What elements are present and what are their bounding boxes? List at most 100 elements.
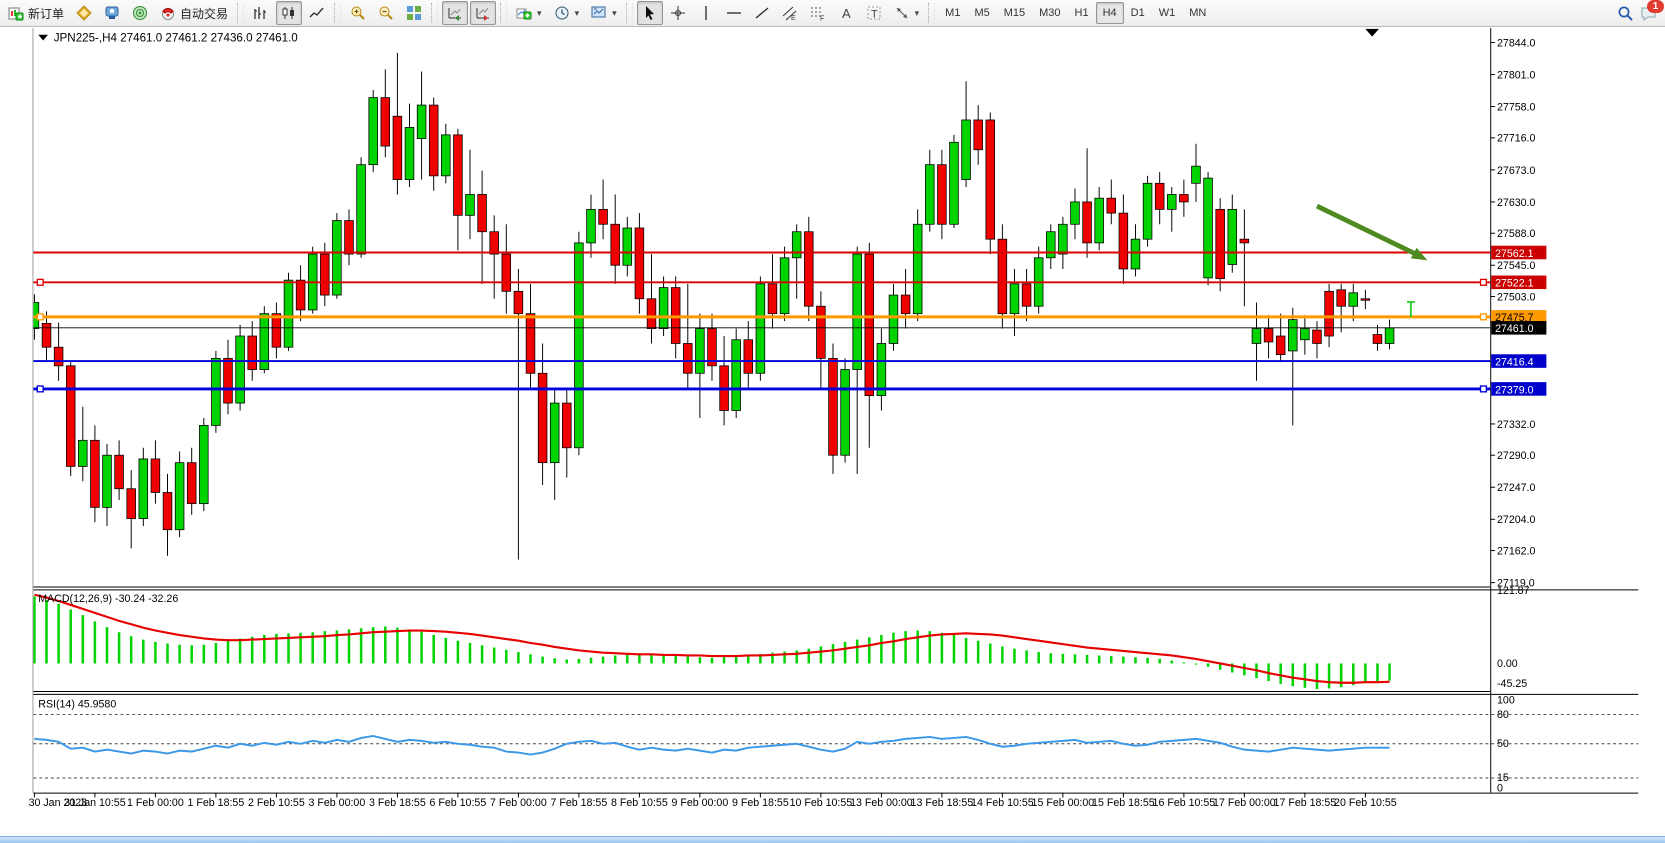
svg-text:20 Feb 10:55: 20 Feb 10:55 <box>1334 797 1397 809</box>
candle-body <box>1385 328 1394 344</box>
trendline-icon <box>754 5 770 21</box>
candle-body <box>1131 239 1140 269</box>
bar-chart-icon <box>253 5 269 21</box>
templates-button[interactable]: ▾ <box>586 1 622 25</box>
search-button[interactable] <box>1617 5 1634 22</box>
svg-text:27247.0: 27247.0 <box>1497 482 1535 494</box>
tf-m5[interactable]: M5 <box>967 2 996 24</box>
tf-w1[interactable]: W1 <box>1152 2 1183 24</box>
toolbar-group-scroll <box>441 0 497 27</box>
candle-body <box>212 358 221 425</box>
svg-text:16 Feb 10:55: 16 Feb 10:55 <box>1153 797 1216 809</box>
status-strip <box>0 836 1665 843</box>
chevron-down-icon[interactable]: ▾ <box>915 8 920 19</box>
cursor-button[interactable] <box>637 1 663 25</box>
bar-chart-button[interactable] <box>248 1 274 25</box>
svg-text:6 Feb 10:55: 6 Feb 10:55 <box>430 797 487 809</box>
candle-body <box>1010 284 1019 314</box>
tf-mn[interactable]: MN <box>1182 2 1213 24</box>
line-handle[interactable] <box>37 314 43 320</box>
candle-body <box>139 459 148 519</box>
svg-text:27630.0: 27630.0 <box>1497 197 1535 209</box>
candle-body <box>127 489 136 519</box>
signals-button[interactable] <box>127 1 153 25</box>
new-order-button[interactable]: 新订单 <box>3 1 69 25</box>
line-handle[interactable] <box>37 279 43 285</box>
svg-text:80: 80 <box>1497 709 1509 721</box>
candle-body <box>635 228 644 299</box>
candle-body <box>853 254 862 369</box>
svg-text:27844.0: 27844.0 <box>1497 37 1535 49</box>
toolbar-group-zoom <box>344 0 428 27</box>
candle-body <box>829 358 838 455</box>
candle-body <box>1204 178 1213 278</box>
auto-scroll-button[interactable] <box>442 1 468 25</box>
channel-button[interactable]: E <box>777 1 803 25</box>
tf-m1[interactable]: M1 <box>938 2 967 24</box>
tf-m30[interactable]: M30 <box>1032 2 1067 24</box>
add-indicator-button[interactable]: ▾ <box>511 1 547 25</box>
candle-body <box>502 254 511 291</box>
tf-m15[interactable]: M15 <box>997 2 1032 24</box>
svg-text:14 Feb 10:55: 14 Feb 10:55 <box>971 797 1034 809</box>
hline-button[interactable] <box>721 1 747 25</box>
candle-body <box>1276 336 1285 355</box>
tf-d1[interactable]: D1 <box>1124 2 1152 24</box>
candle-body <box>272 314 281 348</box>
line-handle[interactable] <box>1481 386 1487 392</box>
fibonacci-button[interactable]: F <box>805 1 831 25</box>
svg-text:27332.0: 27332.0 <box>1497 419 1535 431</box>
chevron-down-icon[interactable]: ▾ <box>537 8 542 19</box>
toolbar-group-objects-quick: ▾ ▾ ▾ <box>510 0 623 27</box>
price-chart[interactable]: 27844.027801.027758.027716.027673.027630… <box>0 27 1665 843</box>
vline-icon <box>698 5 714 21</box>
notifications-button[interactable]: 1 <box>1640 5 1657 22</box>
chevron-down-icon[interactable]: ▾ <box>612 8 617 19</box>
line-chart-button[interactable] <box>304 1 330 25</box>
svg-text:27522.1: 27522.1 <box>1495 278 1533 290</box>
candle-chart-button[interactable] <box>276 1 302 25</box>
candle-body <box>913 224 922 313</box>
svg-text:27673.0: 27673.0 <box>1497 165 1535 177</box>
autotrade-button[interactable]: 自动交易 <box>155 1 233 25</box>
new-chart-button[interactable] <box>71 1 97 25</box>
arrows-tool-button[interactable]: ▾ <box>889 1 925 25</box>
periods-button[interactable]: ▾ <box>549 1 585 25</box>
vline-button[interactable] <box>693 1 719 25</box>
line-handle[interactable] <box>1481 314 1487 320</box>
toolbar-group-drawing: EFAT ▾ <box>636 0 926 27</box>
text-button[interactable]: A <box>833 1 859 25</box>
candle-body <box>224 358 233 403</box>
svg-text:-45.25: -45.25 <box>1497 678 1527 690</box>
line-handle[interactable] <box>37 386 43 392</box>
zoom-in-icon <box>350 5 366 21</box>
tf-mn-label: MN <box>1189 7 1206 19</box>
tf-h4[interactable]: H4 <box>1096 2 1124 24</box>
zoom-out-button[interactable] <box>373 1 399 25</box>
candle-body <box>1325 291 1334 336</box>
crosshair-button[interactable] <box>665 1 691 25</box>
label-button[interactable]: T <box>861 1 887 25</box>
candle-chart-icon <box>281 5 297 21</box>
trendline-button[interactable] <box>749 1 775 25</box>
tile-windows-button[interactable] <box>401 1 427 25</box>
terminal-button[interactable] <box>99 1 125 25</box>
candle-body <box>381 98 390 146</box>
zoom-in-button[interactable] <box>345 1 371 25</box>
candle-body <box>732 340 741 411</box>
line-handle[interactable] <box>1481 279 1487 285</box>
candle-body <box>1083 202 1092 243</box>
svg-text:15 Feb 00:00: 15 Feb 00:00 <box>1032 797 1095 809</box>
candle-body <box>1119 213 1128 269</box>
candle-body <box>91 440 100 507</box>
candle-body <box>42 323 51 347</box>
candle-body <box>296 280 305 310</box>
candle-body <box>1313 330 1322 343</box>
tf-h1[interactable]: H1 <box>1068 2 1096 24</box>
candle-body <box>780 258 789 314</box>
chevron-down-icon[interactable]: ▾ <box>575 8 580 19</box>
candle-body <box>986 120 995 239</box>
chart-shift-button[interactable] <box>470 1 496 25</box>
candle-body <box>1192 166 1201 183</box>
svg-text:T: T <box>871 9 878 21</box>
